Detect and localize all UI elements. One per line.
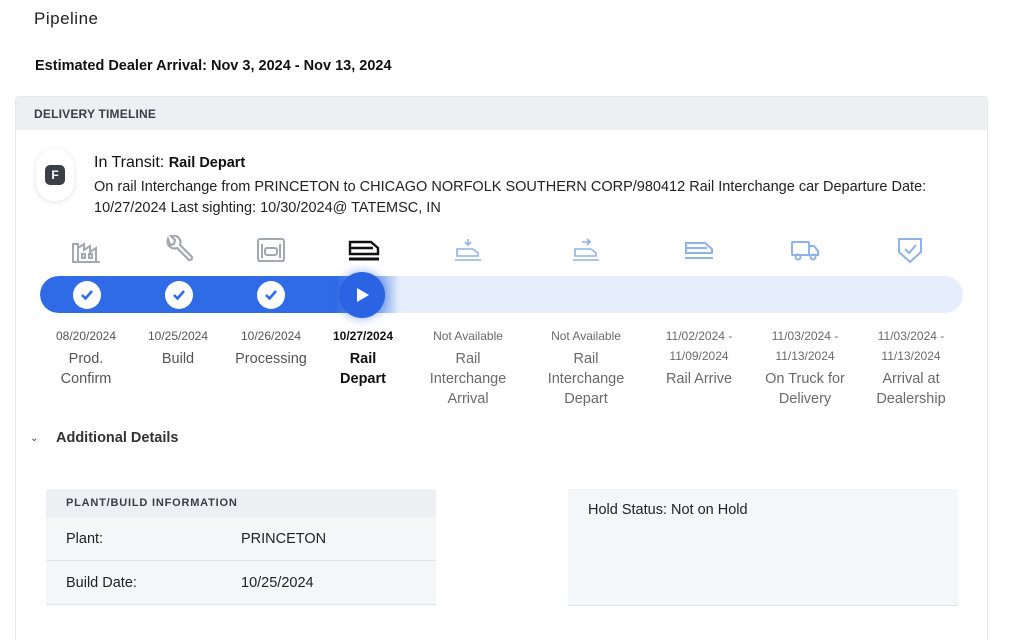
build-date-row: Build Date: 10/25/2024 [46, 561, 436, 605]
chevron-down-icon: ⌄ [30, 432, 39, 444]
truck-icon [785, 233, 825, 267]
factory-icon [66, 233, 106, 267]
shield-check-icon [890, 233, 930, 267]
status-label: In Transit: [94, 154, 165, 171]
eta-label: Estimated Dealer Arrival: [35, 58, 207, 74]
delivery-timeline-header: DELIVERY TIMELINE [16, 97, 987, 130]
step-name: Rail Depart [340, 351, 386, 387]
status-description: On rail Interchange from PRINCETON to CH… [94, 179, 927, 216]
current-step-marker [339, 272, 385, 318]
rail-car-icon [344, 233, 384, 267]
step-date: 11/03/2024 - 11/13/2024 [771, 329, 839, 363]
step-name: On Truck for Delivery [765, 371, 845, 407]
eta-value: Nov 3, 2024 - Nov 13, 2024 [210, 58, 392, 74]
hold-status: Hold Status: Not on Hold [588, 502, 748, 518]
step-name: Rail Interchange Arrival [429, 351, 507, 407]
additional-details-toggle[interactable]: ⌄ Additional Details [30, 430, 178, 446]
additional-details-label: Additional Details [56, 430, 179, 446]
wrench-icon [159, 233, 199, 267]
plant-build-header: PLANT/BUILD INFORMATION [46, 489, 436, 517]
status-line: In Transit: Rail Depart [94, 154, 245, 172]
status-value: Rail Depart [168, 155, 246, 171]
step-complete-checkmark [165, 281, 193, 309]
processing-icon [251, 233, 291, 267]
delivery-timeline-card: DELIVERY TIMELINE F In Transit: Rail Dep… [15, 96, 988, 640]
rail-arrive-icon [679, 233, 719, 267]
step-complete-checkmark [257, 281, 285, 309]
estimated-arrival: Estimated Dealer Arrival: Nov 3, 2024 - … [35, 58, 392, 74]
timeline-step: Not Available Rail Interchange Depart [523, 326, 649, 409]
step-complete-checkmark [73, 281, 101, 309]
plant-key: Plant: [66, 530, 104, 547]
step-name: Prod. Confirm [60, 351, 112, 387]
carrier-badge: F [36, 149, 74, 201]
step-name: Arrival at Dealership [876, 371, 946, 407]
step-date: Not Available [433, 329, 503, 343]
hold-status-panel: Hold Status: Not on Hold [568, 489, 958, 606]
build-date-key: Build Date: [66, 574, 137, 591]
step-date: 11/03/2024 - 11/13/2024 [877, 329, 945, 363]
plant-row: Plant: PRINCETON [46, 517, 436, 561]
plant-value: PRINCETON [241, 530, 327, 547]
timeline-step: Not Available Rail Interchange Arrival [405, 326, 531, 409]
step-date: Not Available [551, 329, 621, 343]
rail-interchange-arrival-icon [448, 233, 488, 267]
step-name: Rail Interchange Depart [547, 351, 625, 407]
build-date-value: 10/25/2024 [241, 574, 314, 591]
rail-interchange-depart-icon [566, 233, 606, 267]
timeline-step: 11/03/2024 - 11/13/2024 Arrival at Deale… [848, 326, 974, 409]
play-icon [357, 288, 369, 302]
plant-build-info: PLANT/BUILD INFORMATION Plant: PRINCETON… [46, 489, 436, 606]
page-title: Pipeline [34, 9, 99, 28]
step-date: 11/02/2024 - 11/09/2024 [665, 329, 733, 363]
carrier-initial: F [45, 165, 65, 185]
